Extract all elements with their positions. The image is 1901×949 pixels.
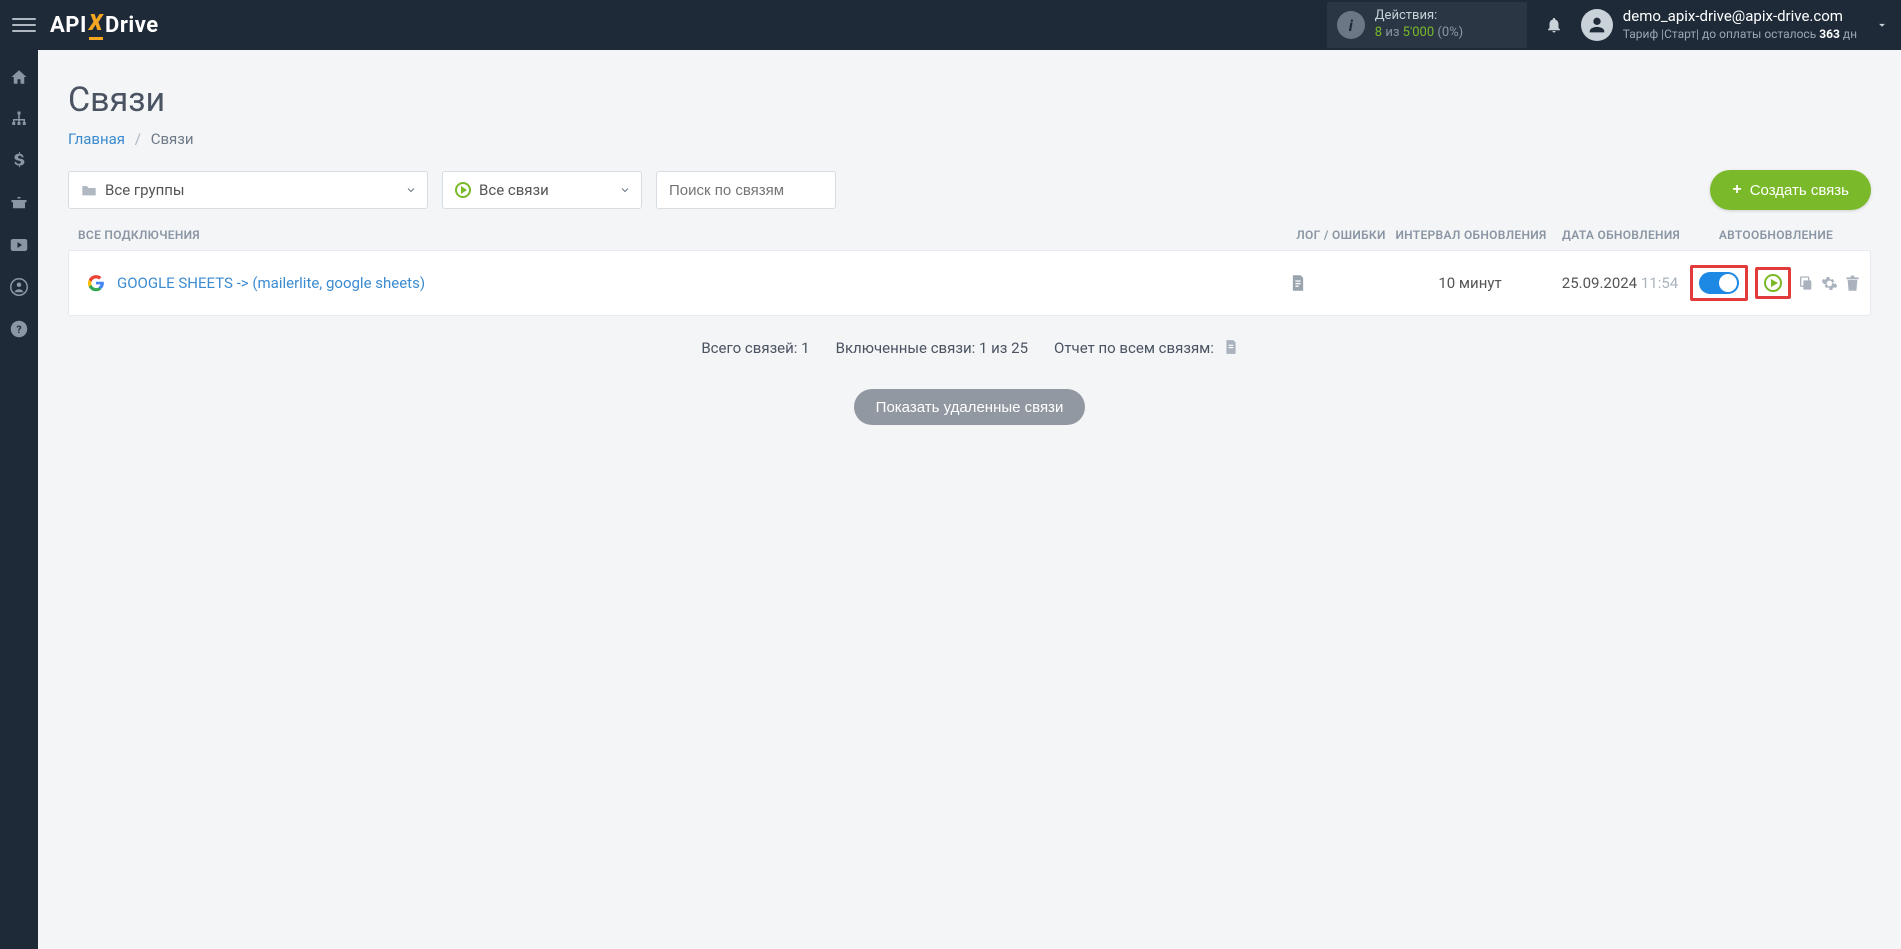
actions-limit: 5'000 — [1403, 25, 1435, 40]
sidebar-help-icon[interactable]: ? — [0, 310, 38, 348]
chevron-down-icon — [405, 184, 417, 196]
log-button[interactable] — [1290, 274, 1390, 292]
filter-groups[interactable]: Все группы — [68, 171, 428, 209]
auto-update-toggle[interactable] — [1699, 272, 1739, 294]
play-circle-icon — [455, 182, 471, 198]
interval-value: 10 минут — [1390, 274, 1550, 292]
highlight-play — [1755, 267, 1791, 299]
date-value: 25.09.2024 11:54 — [1550, 274, 1690, 292]
filter-row: Все группы Все связи + Создать связь — [68, 170, 1871, 210]
notifications-icon[interactable] — [1545, 16, 1563, 34]
breadcrumb-current: Связи — [151, 130, 194, 148]
sidebar-billing-icon[interactable] — [0, 142, 38, 180]
topbar: API X Drive i Действия: 8 из 5'000 (0%) — [0, 0, 1901, 50]
th-date: ДАТА ОБНОВЛЕНИЯ — [1551, 228, 1691, 242]
logo[interactable]: API X Drive — [50, 11, 159, 40]
report-link[interactable]: Отчет по всем связям: — [1054, 338, 1238, 357]
table-row: GOOGLE SHEETS -> (mailerlite, google she… — [68, 250, 1871, 316]
chevron-down-icon — [1875, 18, 1889, 32]
menu-toggle[interactable] — [12, 13, 36, 37]
logo-api: API — [50, 13, 87, 38]
highlight-toggle — [1690, 265, 1748, 301]
user-email: demo_apix-drive@apix-drive.com — [1623, 7, 1857, 27]
actions-label: Действия: — [1375, 8, 1463, 25]
tariff-text: Тариф |Старт| до оплаты осталось — [1623, 27, 1819, 41]
th-connections: ВСЕ ПОДКЛЮЧЕНИЯ — [78, 228, 1291, 242]
sidebar-account-icon[interactable] — [0, 268, 38, 306]
copy-icon[interactable] — [1798, 275, 1814, 291]
enabled-connections: Включенные связи: 1 из 25 — [836, 339, 1028, 357]
sidebar-briefcase-icon[interactable] — [0, 184, 38, 222]
folder-icon — [81, 183, 97, 197]
summary-row: Всего связей: 1 Включенные связи: 1 из 2… — [68, 338, 1871, 357]
search-input[interactable] — [656, 171, 836, 209]
th-auto: АВТООБНОВЛЕНИЕ — [1691, 228, 1861, 242]
trash-icon[interactable] — [1845, 275, 1860, 292]
table-header: ВСЕ ПОДКЛЮЧЕНИЯ ЛОГ / ОШИБКИ ИНТЕРВАЛ ОБ… — [68, 228, 1871, 250]
info-icon: i — [1337, 11, 1365, 39]
google-icon — [87, 274, 105, 292]
actions-used: 8 — [1375, 25, 1382, 40]
show-deleted-button[interactable]: Показать удаленные связи — [854, 389, 1086, 425]
page-title: Связи — [68, 80, 1871, 120]
sidebar-connections-icon[interactable] — [0, 100, 38, 138]
actions-percent: (0%) — [1437, 25, 1463, 40]
breadcrumb-home[interactable]: Главная — [68, 130, 125, 148]
create-connection-button[interactable]: + Создать связь — [1710, 170, 1871, 210]
sidebar-video-icon[interactable] — [0, 226, 38, 264]
breadcrumb: Главная / Связи — [68, 130, 1871, 148]
th-interval: ИНТЕРВАЛ ОБНОВЛЕНИЯ — [1391, 228, 1551, 242]
user-menu[interactable]: demo_apix-drive@apix-drive.com Тариф |Ст… — [1581, 7, 1889, 42]
sidebar-home-icon[interactable] — [0, 58, 38, 96]
total-connections: Всего связей: 1 — [701, 339, 809, 357]
filter-status[interactable]: Все связи — [442, 171, 642, 209]
svg-text:?: ? — [16, 323, 21, 336]
gear-icon[interactable] — [1821, 275, 1838, 292]
th-log: ЛОГ / ОШИБКИ — [1291, 228, 1391, 242]
actions-counter[interactable]: i Действия: 8 из 5'000 (0%) — [1327, 2, 1527, 48]
run-now-button[interactable] — [1764, 274, 1782, 292]
avatar-icon — [1581, 9, 1613, 41]
logo-drive: Drive — [105, 13, 159, 38]
logo-x: X — [89, 11, 103, 40]
sidebar: ? — [0, 50, 38, 949]
tariff-days: 363 — [1819, 27, 1840, 41]
main-content: Связи Главная / Связи Все группы Все свя… — [38, 50, 1901, 455]
chevron-down-icon — [619, 184, 631, 196]
document-icon — [1224, 338, 1238, 357]
plus-icon: + — [1732, 181, 1741, 199]
connection-link[interactable]: GOOGLE SHEETS -> (mailerlite, google she… — [117, 274, 425, 292]
